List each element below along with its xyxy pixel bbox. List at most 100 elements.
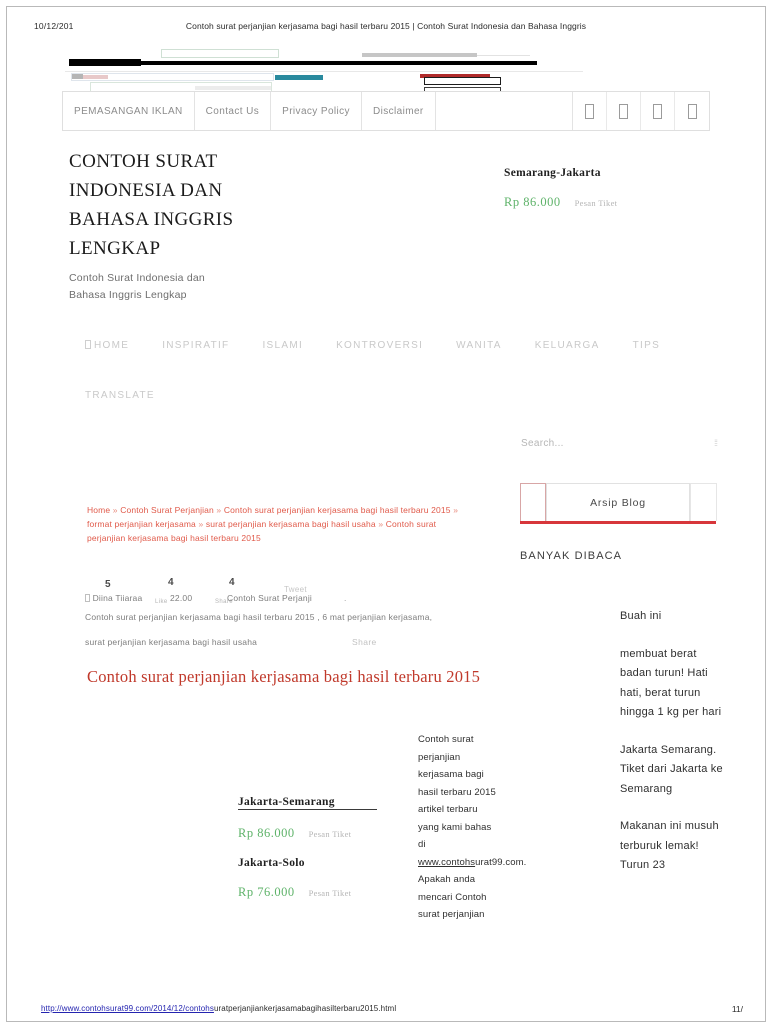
artifact-rule-1 (65, 71, 583, 72)
topmenu-spacer (436, 92, 573, 130)
arsip-tab-right[interactable] (690, 483, 717, 521)
search-icon[interactable]: ⁞⁞ (714, 438, 718, 448)
site-tagline-line-2: Bahasa Inggris Lengkap (69, 289, 187, 301)
inline-ad-price-1: Rp 86.000 (238, 826, 295, 840)
artifact-bar-outline-2 (71, 73, 274, 81)
site-title-line-1: CONTOH SURAT (69, 151, 218, 172)
arsip-tab-left[interactable] (520, 483, 546, 521)
social-icon-3[interactable] (641, 92, 675, 130)
nav-item-wanita[interactable]: WANITA (456, 340, 502, 351)
tweet-count: 4 (229, 577, 235, 588)
missing-glyph-box-icon (687, 103, 697, 119)
arsip-tab-strip[interactable]: Arsip Blog (520, 483, 717, 521)
breadcrumb-separator: » (378, 519, 384, 529)
post-body-link[interactable]: www.contohs (418, 857, 475, 868)
site-tagline: Contoh Surat Indonesia dan Bahasa Inggri… (69, 270, 399, 304)
header-ticket-ad[interactable]: Semarang-Jakarta Rp 86.000 Pesan Tiket (504, 167, 764, 210)
byline-trailing-dot: . (344, 593, 347, 603)
main-navigation[interactable]: HOME INSPIRATIF ISLAMI KONTROVERSI WANIT… (85, 340, 725, 401)
print-footer-url-rest: uratperjanjiankerjasamabagihasilterbaru2… (213, 1004, 397, 1013)
search-box[interactable]: Search... ⁞⁞ (521, 432, 718, 454)
nav-item-translate[interactable]: TRANSLATE (85, 390, 155, 401)
arsip-tab-active[interactable]: Arsip Blog (546, 483, 690, 521)
inline-ad-cta-button-2[interactable]: Pesan Tiket (309, 888, 352, 898)
topmenu-item-contact-us[interactable]: Contact Us (195, 92, 272, 130)
print-header-title: Contoh surat perjanjian kerjasama bagi h… (185, 21, 587, 31)
popular-posts-list: Buah ini membuat berat badan turun! Hati… (620, 607, 728, 894)
artifact-box-1 (424, 77, 501, 85)
header-ad-row: Rp 86.000 Pesan Tiket (504, 195, 764, 210)
artifact-bar-hairline-1 (477, 55, 530, 56)
print-page: 10/12/201 Contoh surat perjanjian kerjas… (6, 6, 766, 1022)
post-byline-and-share[interactable]: 5 4 4 Diina Tiiaraa Like 22.00 Share Twe… (85, 577, 485, 651)
site-title-line-4: LENGKAP (69, 238, 161, 259)
list-item[interactable]: Makanan ini musuh terburuk lemak! Turun … (620, 817, 728, 876)
search-input[interactable]: Search... (521, 438, 564, 449)
inline-ad-route-1-label: Jakarta-Semarang (238, 796, 377, 810)
nav-item-kontroversi[interactable]: KONTROVERSI (336, 340, 423, 351)
topmenu-item-privacy-policy[interactable]: Privacy Policy (271, 92, 362, 130)
artifact-bar-lightfill (195, 86, 271, 90)
share-widget-label[interactable]: Share (352, 637, 377, 647)
inline-ad-cta-button-1[interactable]: Pesan Tiket (309, 829, 352, 839)
header-ad-price: Rp 86.000 (504, 195, 561, 209)
breadcrumb-item-kategori[interactable]: Contoh Surat Perjanjian (120, 505, 214, 515)
print-header: 10/12/201 Contoh surat perjanjian kerjas… (7, 21, 765, 37)
social-icon-4[interactable] (675, 92, 709, 130)
breadcrumb-item-home[interactable]: Home (87, 505, 110, 515)
breadcrumb-item-label-3[interactable]: format perjanjian kerjasama (87, 519, 196, 529)
popular-heading: BANYAK DIBACA (520, 550, 623, 562)
breadcrumb-item-label-2[interactable]: 2015 (431, 505, 451, 515)
breadcrumb[interactable]: Home » Contoh Surat Perjanjian » Contoh … (87, 503, 467, 545)
post-body-part-1: Contoh surat perjanjian kerjasama bagi h… (418, 734, 496, 850)
nav-item-inspiratif[interactable]: INSPIRATIF (162, 340, 229, 351)
topmenu-item-disclaimer[interactable]: Disclaimer (362, 92, 436, 130)
list-item[interactable]: membuat berat badan turun! Hati hati, be… (620, 645, 728, 723)
byline-tag-last[interactable]: surat perjanjian kerjasama bagi hasil us… (85, 637, 257, 647)
breadcrumb-separator: » (198, 519, 204, 529)
site-masthead: CONTOH SURAT INDONESIA DAN BAHASA INGGRI… (69, 147, 399, 304)
print-footer-page-number: 11/ (731, 1004, 743, 1014)
artifact-bar-outline-1 (161, 49, 279, 58)
breadcrumb-separator: » (453, 505, 459, 515)
list-item[interactable]: Buah ini (620, 607, 728, 627)
inline-ad-row-2: Rp 76.000 Pesan Tiket (238, 885, 428, 900)
like-button-label[interactable]: Like (155, 599, 168, 605)
header-ad-cta-button[interactable]: Pesan Tiket (575, 198, 618, 208)
missing-glyph-box-icon (585, 103, 594, 119)
nav-item-home[interactable]: HOME (85, 340, 129, 351)
arsip-blog-widget[interactable]: Arsip Blog (520, 483, 717, 524)
byline-time: 22.00 (170, 593, 193, 603)
byline-author-row: Diina Tiiaraa (85, 593, 142, 603)
byline-author[interactable]: Diina Tiiaraa (93, 593, 143, 603)
nav-row-secondary: TRANSLATE (85, 390, 725, 401)
inline-ad-price-2: Rp 76.000 (238, 885, 295, 899)
nav-item-tips[interactable]: TIPS (633, 340, 660, 351)
list-item[interactable]: Jakarta Semarang. Tiket dari Jakarta ke … (620, 741, 728, 800)
topmenu-item-pemasangan-iklan[interactable]: PEMASANGAN IKLAN (63, 92, 195, 130)
print-footer-url[interactable]: http://www.contohsurat99.com/2014/12/con… (41, 1004, 396, 1013)
breadcrumb-item-label-4[interactable]: surat perjanjian kerjasama bagi hasil us… (206, 519, 376, 529)
site-title-line-2: INDONESIA DAN (69, 180, 223, 201)
home-icon (85, 340, 91, 349)
breadcrumb-item-label-1[interactable]: Contoh surat perjanjian kerjasama bagi h… (224, 505, 429, 515)
topmenu-social-icons[interactable] (573, 92, 709, 130)
artifact-bar-black-long (69, 61, 537, 65)
byline-tags-line: Contoh surat perjanjian kerjasama bagi h… (85, 612, 433, 622)
site-title[interactable]: CONTOH SURAT INDONESIA DAN BAHASA INGGRI… (69, 147, 399, 263)
print-footer-url-link[interactable]: http://www.contohsurat99.com/2014/12/con… (41, 1004, 214, 1013)
post-title: Contoh surat perjanjian kerjasama bagi h… (87, 667, 481, 686)
inline-ticket-ad[interactable]: Jakarta-Semarang Rp 86.000 Pesan Tiket J… (238, 796, 428, 900)
arsip-accent-rule (520, 521, 716, 524)
nav-item-keluarga[interactable]: KELUARGA (535, 340, 600, 351)
artifact-bar-teal (275, 75, 323, 80)
nav-row-primary: HOME INSPIRATIF ISLAMI KONTROVERSI WANIT… (85, 340, 725, 351)
inline-ad-row-1: Rp 86.000 Pesan Tiket (238, 826, 428, 841)
nav-item-islami[interactable]: ISLAMI (262, 340, 303, 351)
social-icon-1[interactable] (573, 92, 607, 130)
top-menu-bar[interactable]: PEMASANGAN IKLAN Contact Us Privacy Poli… (62, 91, 710, 131)
social-icon-2[interactable] (607, 92, 641, 130)
site-tagline-line-1: Contoh Surat Indonesia dan (69, 272, 205, 284)
post-body: Contoh surat perjanjian kerjasama bagi h… (418, 731, 526, 924)
header-ad-route: Semarang-Jakarta (504, 167, 601, 179)
